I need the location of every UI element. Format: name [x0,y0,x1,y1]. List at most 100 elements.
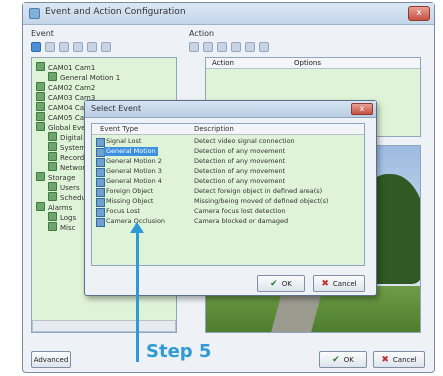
event-toolbar [31,40,181,56]
event-type-label: Missing Object [106,197,154,205]
event-type-list[interactable]: Event Type Description Signal Lost Detect… [91,123,365,266]
paste-event-icon[interactable] [87,42,97,52]
add-action-icon[interactable] [189,42,199,52]
close-window-button[interactable]: x [408,6,430,21]
action-list-header: Action Options [206,58,420,69]
tree-item-label: Storage [48,174,76,182]
camera-icon [48,152,57,161]
event-type-label: Focus Lost [106,207,141,215]
camera-icon [36,92,45,101]
tree-item[interactable]: CAM01 Cam1 [36,62,172,72]
tree-item-label: Users [60,184,80,192]
delete-action-icon[interactable] [217,42,227,52]
app-icon [29,8,40,19]
tree-item[interactable]: CAM02 Cam2 [36,82,172,92]
event-description: Detection of any movement [194,147,286,155]
dialog-cancel-button[interactable]: ✖ Cancel [313,275,365,292]
event-type-icon [96,218,105,227]
ok-button[interactable]: ✔ OK [319,351,367,368]
camera-icon [48,212,57,221]
camera-icon [48,222,57,231]
event-description: Detect video signal connection [194,137,295,145]
check-icon: ✔ [270,278,278,289]
event-list-header: Event Type Description [92,124,364,135]
event-row[interactable]: General Motion 4 Detection of any movemen… [92,177,364,187]
step-pointer-line [136,230,139,362]
tree-item-label: General Motion 1 [60,74,121,82]
event-type-label: General Motion 3 [106,167,162,175]
delete-event-icon[interactable] [59,42,69,52]
edit-action-icon[interactable] [203,42,213,52]
event-type-label: Signal Lost [106,137,142,145]
event-row[interactable]: Focus Lost Camera focus lost detection [92,207,364,217]
event-description: Detection of any movement [194,177,286,185]
add-event-icon[interactable] [31,42,41,52]
event-type-icon [96,188,105,197]
camera-icon [48,72,57,81]
dialog-ok-button[interactable]: ✔ OK [257,275,305,292]
main-titlebar: Event and Action Configuration x [23,3,434,25]
step-label: Step 5 [146,341,212,362]
event-description: Detection of any movement [194,167,286,175]
tree-item-label: Alarms [48,204,73,212]
select-event-dialog: Select Event x Event Type Description Si… [84,100,377,296]
tree-item-label: Logs [60,214,77,222]
event-row[interactable]: Signal Lost Detect video signal connectio… [92,137,364,147]
event-type-icon [96,178,105,187]
camera-icon [48,132,57,141]
tree-item-label: Misc [60,224,76,232]
column-description: Description [194,125,234,133]
column-event-type: Event Type [100,125,139,133]
event-row[interactable]: General Motion 3 Detection of any movemen… [92,167,364,177]
test-action-icon[interactable] [259,42,269,52]
event-row[interactable]: Foreign Object Detect foreign object in d… [92,187,364,197]
select-event-title: Select Event [91,104,142,113]
event-type-label: Foreign Object [106,187,154,195]
dialog-ok-label: OK [281,279,292,288]
camera-icon [36,122,45,131]
event-description: Detect foreign object in defined area(s) [194,187,323,195]
camera-icon [48,142,57,151]
refresh-event-icon[interactable] [101,42,111,52]
event-type-icon [96,138,105,147]
advanced-label: Advanced [33,355,69,364]
camera-icon [36,102,45,111]
camera-icon [36,172,45,181]
event-type-label: General Motion 2 [106,157,162,165]
copy-event-icon[interactable] [73,42,83,52]
action-group-label: Action [189,29,215,38]
cancel-button[interactable]: ✖ Cancel [373,351,425,368]
camera-icon [48,192,57,201]
edit-event-icon[interactable] [45,42,55,52]
event-description: Camera blocked or damaged [194,217,289,225]
camera-icon [36,62,45,71]
event-row[interactable]: General Motion Detection of any movement [92,147,364,157]
event-type-label: General Motion 4 [106,177,162,185]
horizontal-scrollbar[interactable] [32,320,176,332]
event-description: Camera focus lost detection [194,207,286,215]
event-type-icon [96,198,105,207]
camera-icon [48,182,57,191]
camera-icon [36,202,45,211]
column-options: Options [294,59,322,67]
dialog-cancel-label: Cancel [332,279,357,288]
tree-item-label: CAM01 Cam1 [48,64,96,72]
event-description: Missing/being moved of defined object(s) [194,197,329,205]
advanced-button[interactable]: Advanced [31,351,71,368]
cross-icon: ✖ [321,278,329,289]
column-action: Action [212,59,234,67]
move-up-action-icon[interactable] [231,42,241,52]
camera-icon [36,112,45,121]
event-row[interactable]: Missing Object Missing/being moved of def… [92,197,364,207]
tree-item[interactable]: General Motion 1 [36,72,172,82]
event-row[interactable]: General Motion 2 Detection of any movemen… [92,157,364,167]
check-icon: ✔ [332,354,340,365]
cancel-label: Cancel [392,355,417,364]
event-description: Detection of any movement [194,157,286,165]
action-toolbar [189,40,389,56]
move-down-action-icon[interactable] [245,42,255,52]
cross-icon: ✖ [381,354,389,365]
event-type-icon [96,208,105,217]
event-type-icon [96,158,105,167]
close-dialog-button[interactable]: x [351,103,373,115]
